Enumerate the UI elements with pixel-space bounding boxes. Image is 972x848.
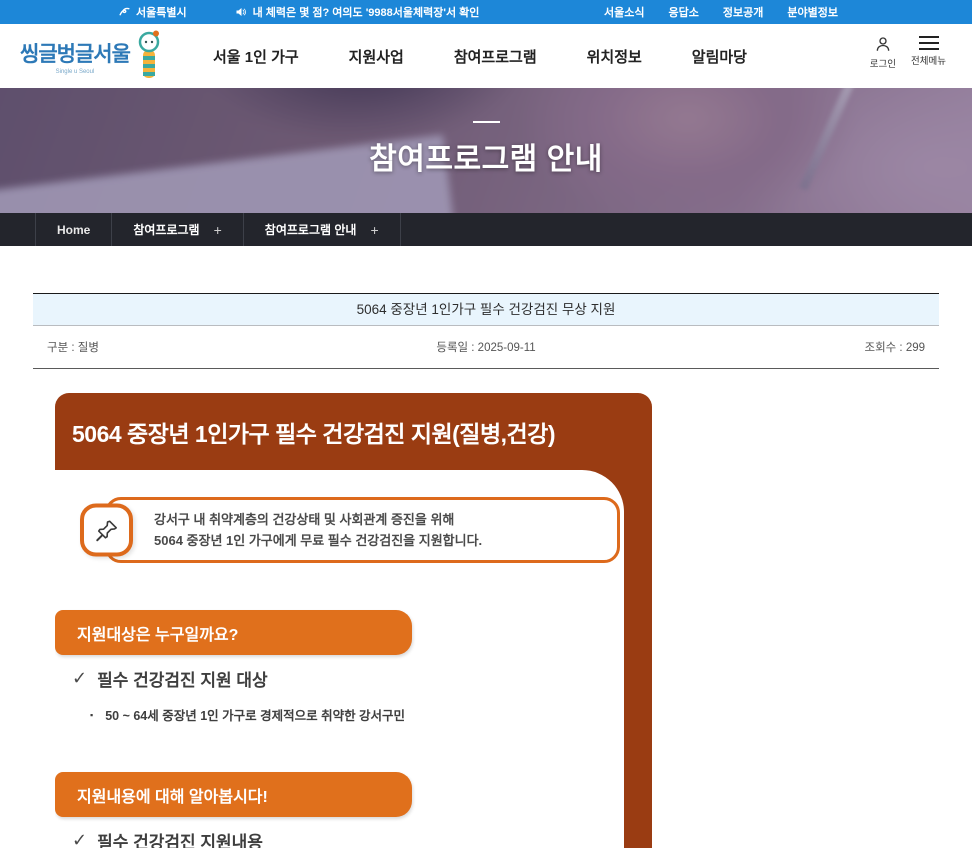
plus-icon: +: [214, 222, 222, 238]
square-bullet-icon: ▪: [90, 710, 93, 720]
check-item-label: 필수 건강검진 지원 대상: [97, 666, 268, 691]
check-item-label: 필수 건강검진 지원내용: [97, 828, 263, 848]
nav-notices[interactable]: 알림마당: [692, 46, 747, 67]
content-card-title: 5064 중장년 1인가구 필수 건강검진 지원(질병,건강): [55, 393, 652, 470]
login-button[interactable]: 로그인: [870, 35, 896, 70]
hamburger-icon: [919, 35, 939, 50]
site-header: 씽글벙글서울 Single u Seoul 서울 1인 가구 지원사업 참여프로…: [0, 24, 972, 88]
topbar-notice[interactable]: 내 체력은 몇 점? 여의도 '9988서울체력장'서 확인: [235, 4, 480, 20]
gov-topbar: 서울특별시 내 체력은 몇 점? 여의도 '9988서울체력장'서 확인 서울소…: [0, 0, 972, 24]
post-views: 조회수 : 299: [632, 339, 925, 355]
intro-line-1: 강서구 내 취약계층의 건강상태 및 사회관계 증진을 위해: [154, 509, 607, 530]
nav-location-info[interactable]: 위치정보: [587, 46, 642, 67]
hero-accent-line: [473, 121, 500, 123]
topbar-links: 서울소식 응답소 정보공개 분야별정보: [604, 4, 838, 20]
topbar-link-info-disclosure[interactable]: 정보공개: [723, 4, 763, 20]
breadcrumb-item-label: 참여프로그램: [133, 221, 199, 238]
check-icon: ✓: [72, 668, 87, 689]
plus-icon: +: [370, 222, 378, 238]
check-item-content: ✓ 필수 건강검진 지원내용: [72, 828, 624, 848]
nav-participation-programs[interactable]: 참여프로그램: [454, 46, 537, 67]
section-heading-target: 지원대상은 누구일까요?: [55, 610, 412, 655]
topbar-notice-text: 내 체력은 몇 점? 여의도 '9988서울체력장'서 확인: [253, 4, 480, 20]
header-utility: 로그인 전체메뉴: [870, 35, 946, 70]
section-heading-content: 지원내용에 대해 알아봅시다!: [55, 772, 412, 817]
mascot-icon: [133, 30, 163, 82]
seoul-city-label: 서울특별시: [136, 4, 187, 20]
intro-line-2: 5064 중장년 1인 가구에게 무료 필수 건강검진을 지원합니다.: [154, 530, 607, 551]
post-header: 5064 중장년 1인가구 필수 건강검진 무상 지원 구분 : 질병 등록일 …: [33, 293, 939, 369]
breadcrumb-item-label: 참여프로그램 안내: [265, 221, 357, 238]
breadcrumb-home-label: Home: [57, 223, 90, 237]
nav-support-programs[interactable]: 지원사업: [349, 46, 404, 67]
seoul-city-link[interactable]: 서울특별시: [118, 4, 187, 20]
site-logo-text: 씽글벙글서울 Single u Seoul: [20, 38, 130, 75]
site-logo-title: 씽글벙글서울: [20, 38, 130, 68]
post-date: 등록일 : 2025-09-11: [340, 339, 633, 355]
main-nav: 서울 1인 가구 지원사업 참여프로그램 위치정보 알림마당: [213, 46, 747, 67]
pushpin-icon: [94, 517, 120, 543]
content-card: 5064 중장년 1인가구 필수 건강검진 지원(질병,건강) 강서구 내 취약…: [55, 393, 652, 848]
login-label: 로그인: [870, 56, 896, 70]
page-title: 참여프로그램 안내: [0, 134, 972, 178]
breadcrumb-home[interactable]: Home: [35, 213, 111, 246]
topbar-link-sector-info[interactable]: 분야별정보: [787, 4, 838, 20]
site-logo-subtitle: Single u Seoul: [56, 69, 95, 75]
intro-callout: 강서구 내 취약계층의 건강상태 및 사회관계 증진을 위해 5064 중장년 …: [105, 497, 620, 563]
bullet-item-label: 50 ~ 64세 중장년 1인 가구로 경제적으로 취약한 강서구민: [105, 705, 405, 724]
check-item-target: ✓ 필수 건강검진 지원 대상: [72, 666, 624, 691]
bullet-item-target: ▪ 50 ~ 64세 중장년 1인 가구로 경제적으로 취약한 강서구민: [90, 705, 624, 724]
post-category: 구분 : 질병: [47, 339, 340, 355]
pushpin-icon-box: [80, 504, 133, 557]
breadcrumb-guide-dropdown[interactable]: 참여프로그램 안내 +: [243, 213, 401, 246]
content-card-body: 강서구 내 취약계층의 건강상태 및 사회관계 증진을 위해 5064 중장년 …: [55, 470, 624, 848]
topbar-link-seoul-news[interactable]: 서울소식: [604, 4, 644, 20]
topbar-link-eungdapso[interactable]: 응답소: [669, 4, 699, 20]
hero-banner: 참여프로그램 안내: [0, 88, 972, 213]
speaker-icon: [235, 6, 247, 18]
post-title: 5064 중장년 1인가구 필수 건강검진 무상 지원: [33, 293, 939, 326]
all-menu-label: 전체메뉴: [911, 53, 946, 67]
breadcrumb: Home 참여프로그램 + 참여프로그램 안내 +: [0, 213, 972, 246]
user-icon: [874, 35, 892, 53]
seoul-logo-icon: [118, 6, 131, 19]
breadcrumb-participation-dropdown[interactable]: 참여프로그램 +: [111, 213, 242, 246]
all-menu-button[interactable]: 전체메뉴: [911, 35, 946, 70]
site-logo[interactable]: 씽글벙글서울 Single u Seoul: [20, 30, 163, 82]
post-meta: 구분 : 질병 등록일 : 2025-09-11 조회수 : 299: [33, 326, 939, 369]
nav-single-household[interactable]: 서울 1인 가구: [213, 46, 299, 67]
check-icon: ✓: [72, 830, 87, 848]
